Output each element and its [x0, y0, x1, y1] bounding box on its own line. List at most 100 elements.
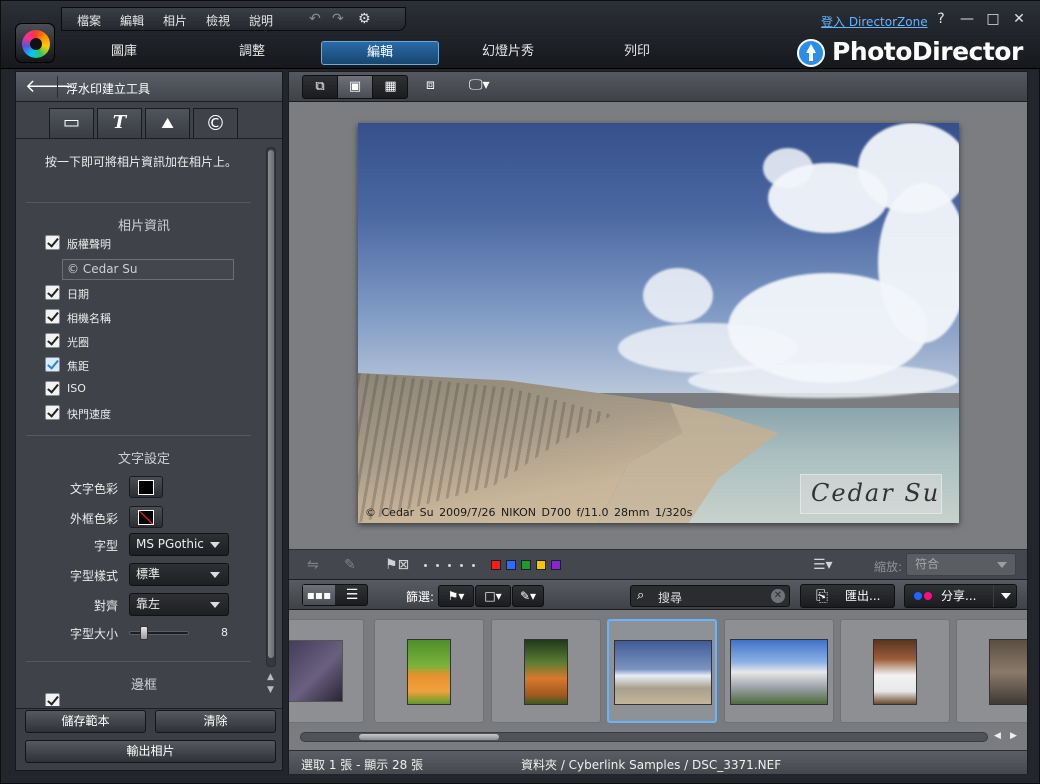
copyright-label: 版權聲明	[67, 238, 111, 251]
help-button[interactable]: ?	[933, 11, 949, 27]
menu-view[interactable]: 檢視	[206, 12, 230, 29]
font-size-slider-handle[interactable]	[140, 626, 148, 640]
grid-view-icon[interactable]: ▦	[373, 76, 408, 98]
focal-length-checkbox[interactable]	[45, 357, 60, 372]
tab-library[interactable]: 圖庫	[83, 41, 165, 65]
monitor-dropdown-icon[interactable]: 🖵▾	[469, 77, 490, 93]
shutter-checkbox[interactable]	[45, 405, 60, 420]
filmstrip-thumbnail-selected[interactable]	[607, 619, 717, 723]
single-view-icon[interactable]: ▣	[338, 76, 373, 98]
app-logo	[15, 23, 55, 63]
maximize-button[interactable]: □	[985, 11, 1001, 27]
color-label-blue[interactable]	[506, 560, 516, 570]
redo-icon[interactable]: ↷	[332, 11, 344, 27]
chevron-down-icon	[210, 602, 220, 608]
tab-image[interactable]: ⛰	[145, 108, 190, 138]
date-checkbox[interactable]	[45, 285, 60, 300]
filmstrip-thumbnail[interactable]	[289, 619, 364, 723]
clear-search-icon[interactable]: ✕	[771, 589, 785, 603]
panel-description: 按一下即可將相片資訊加在相片上。	[45, 155, 238, 169]
edit-pen-icon[interactable]: ✎	[344, 557, 356, 573]
rating-dot-2[interactable]	[436, 564, 439, 567]
search-box[interactable]: ⌕ 搜尋 ✕	[630, 585, 790, 607]
filmstrip-view-icon[interactable]: ▪▪▪	[303, 585, 335, 605]
directorzone-login-link[interactable]: 登入 DirectorZone	[821, 13, 928, 30]
rating-dot-3[interactable]	[448, 564, 451, 567]
minimize-button[interactable]: —	[959, 11, 975, 27]
panel-scrollbar[interactable]	[266, 147, 276, 667]
scroll-down-icon[interactable]: ▼	[267, 685, 274, 695]
compare-view-icon[interactable]: ⧉	[303, 76, 338, 98]
export-photo-button[interactable]: 輸出相片	[25, 740, 276, 763]
color-label-purple[interactable]	[551, 560, 561, 570]
color-filter-dropdown[interactable]: □▾	[475, 585, 511, 607]
filmstrip-scrollbar-thumb[interactable]	[359, 734, 499, 740]
border-checkbox[interactable]	[45, 693, 60, 706]
border-color-picker[interactable]	[129, 506, 163, 528]
menu-file[interactable]: 檔案	[77, 12, 101, 29]
flag-reject-icon[interactable]: ⚑⊠	[385, 557, 409, 573]
tab-print[interactable]: 列印	[597, 41, 677, 65]
tab-copyright[interactable]: ©	[193, 108, 238, 138]
iso-checkbox[interactable]	[45, 381, 60, 396]
tab-slideshow[interactable]: 幻燈片秀	[465, 41, 551, 65]
filmstrip-thumbnail[interactable]	[956, 619, 1027, 723]
text-color-picker[interactable]	[129, 476, 163, 498]
list-view-icon[interactable]: ☰	[336, 585, 368, 605]
align-select[interactable]: 靠左	[129, 593, 229, 616]
color-label-green[interactable]	[521, 560, 531, 570]
edit-filter-dropdown[interactable]: ✎▾	[512, 585, 544, 607]
sort-list-icon[interactable]: ☰▾	[813, 557, 833, 573]
font-select-value: MS PGothic	[136, 537, 204, 551]
settings-gear-icon[interactable]: ⚙	[358, 11, 371, 27]
save-template-button[interactable]: 儲存範本	[25, 710, 146, 733]
filmstrip-thumbnail[interactable]	[840, 619, 950, 723]
filmstrip-scrollbar[interactable]	[300, 732, 988, 742]
back-arrow-icon[interactable]: 🡐	[25, 78, 73, 96]
share-button[interactable]: 分享...	[904, 584, 1017, 608]
copyright-checkbox[interactable]	[45, 235, 60, 250]
cloud-shape	[688, 363, 958, 398]
tab-rectangle[interactable]: ▭	[49, 108, 94, 138]
filmstrip-thumbnail[interactable]	[491, 619, 601, 723]
scroll-left-icon[interactable]: ◀	[994, 731, 1001, 741]
tab-text[interactable]: T	[97, 108, 142, 138]
color-label-yellow[interactable]	[536, 560, 546, 570]
photo-viewer[interactable]: © Cedar Su 2009/7/26 NIKON D700 f/11.0 2…	[289, 103, 1027, 546]
menu-help[interactable]: 說明	[249, 12, 273, 29]
color-label-red[interactable]	[491, 560, 501, 570]
scroll-up-icon[interactable]: ▲	[267, 672, 274, 682]
filmstrip-thumbnail[interactable]	[724, 619, 834, 723]
rotate-screen-icon[interactable]: ⧈	[426, 77, 435, 93]
border-section-title: 邊框	[130, 678, 157, 693]
menu-photo[interactable]: 相片	[163, 12, 187, 29]
edit-toolbar: ⇋ ✎ ⚑⊠ ☰▾ 縮放: 符合	[289, 549, 1027, 579]
aperture-checkbox[interactable]	[45, 333, 60, 348]
flag-filter-dropdown[interactable]: ⚑▾	[438, 585, 474, 607]
undo-icon[interactable]: ↶	[309, 11, 321, 27]
scroll-right-icon[interactable]: ▶	[1010, 731, 1017, 741]
rating-dot-5[interactable]	[472, 564, 475, 567]
rating-dot-1[interactable]	[424, 564, 427, 567]
font-size-slider[interactable]	[129, 626, 189, 640]
search-input[interactable]: 搜尋	[658, 589, 682, 606]
font-select[interactable]: MS PGothic	[129, 533, 229, 556]
close-button[interactable]: ✕	[1011, 11, 1027, 27]
zoom-label: 縮放:	[874, 560, 903, 574]
tab-edit[interactable]: 編輯	[321, 41, 439, 65]
rating-dot-4[interactable]	[460, 564, 463, 567]
copyright-text-input[interactable]: © Cedar Su	[62, 259, 234, 280]
export-button[interactable]: ⎘ 匯出...	[800, 584, 895, 608]
cloud-shape	[643, 268, 713, 323]
panel-scrollbar-thumb[interactable]	[268, 150, 274, 658]
filmstrip-thumbnail[interactable]	[374, 619, 484, 723]
zoom-select[interactable]: 符合	[906, 553, 1016, 576]
rotate-photo-icon[interactable]: ⇋	[307, 557, 319, 573]
tab-adjust[interactable]: 調整	[211, 41, 293, 65]
clear-button[interactable]: 清除	[155, 710, 276, 733]
menu-edit[interactable]: 編輯	[120, 12, 144, 29]
thumbnail-image	[524, 639, 568, 705]
font-style-select[interactable]: 標準	[129, 563, 229, 586]
camera-checkbox[interactable]	[45, 309, 60, 324]
chevron-down-icon[interactable]	[1001, 593, 1011, 599]
